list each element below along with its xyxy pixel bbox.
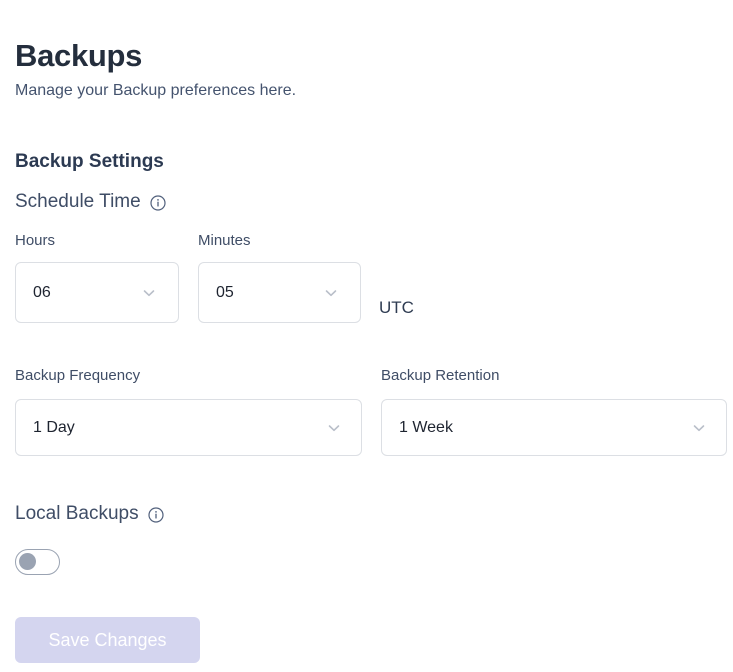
chevron-down-icon <box>140 284 158 302</box>
backup-retention-label: Backup Retention <box>381 367 500 384</box>
local-backups-label: Local Backups <box>15 503 139 524</box>
local-backups-group-label: Local Backups <box>15 502 164 526</box>
backup-retention-select[interactable]: 1 Week <box>381 399 727 456</box>
backup-frequency-value: 1 Day <box>33 418 75 436</box>
backups-settings-page: Backups Manage your Backup preferences h… <box>0 0 733 672</box>
minutes-label: Minutes <box>198 232 251 249</box>
info-circle-icon[interactable] <box>150 195 166 211</box>
schedule-time-group-label: Schedule Time <box>15 190 166 214</box>
page-title: Backups <box>15 37 143 73</box>
backup-frequency-select[interactable]: 1 Day <box>15 399 362 456</box>
chevron-down-icon <box>690 419 708 437</box>
backup-retention-value: 1 Week <box>399 418 453 436</box>
toggle-knob <box>19 553 36 570</box>
minutes-select-value: 05 <box>216 283 234 301</box>
schedule-time-label: Schedule Time <box>15 191 141 212</box>
hours-select-value: 06 <box>33 283 51 301</box>
info-circle-icon[interactable] <box>147 507 164 523</box>
hours-select[interactable]: 06 <box>15 262 179 323</box>
minutes-select[interactable]: 05 <box>198 262 361 323</box>
chevron-down-icon <box>322 284 340 302</box>
section-title-backup-settings: Backup Settings <box>15 150 164 172</box>
chevron-down-icon <box>325 419 343 437</box>
save-changes-button[interactable]: Save Changes <box>15 617 200 663</box>
backup-frequency-label: Backup Frequency <box>15 367 141 384</box>
timezone-label: UTC <box>379 298 414 317</box>
local-backups-toggle[interactable] <box>15 549 60 575</box>
hours-label: Hours <box>15 232 56 249</box>
page-subtitle: Manage your Backup preferences here. <box>15 82 297 99</box>
